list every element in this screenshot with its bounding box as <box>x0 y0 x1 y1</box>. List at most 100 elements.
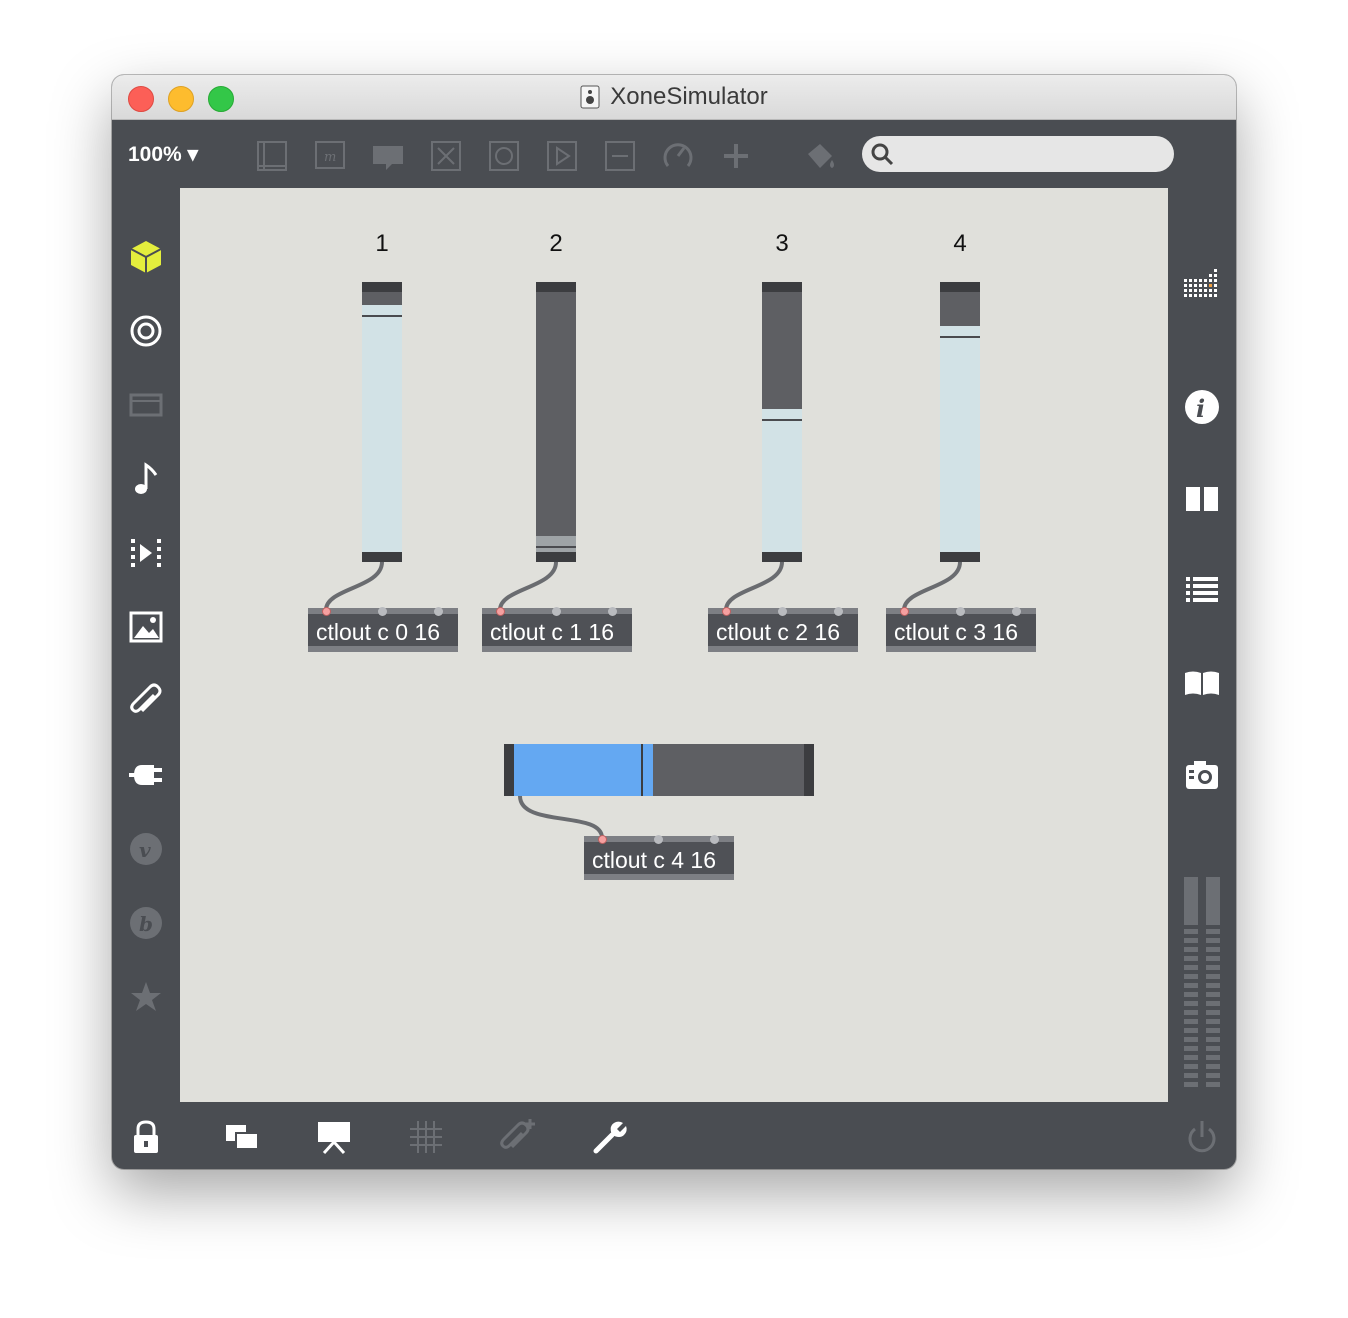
object-inlet[interactable] <box>1012 607 1021 616</box>
search-bar[interactable] <box>862 136 1174 174</box>
svg-text:m: m <box>324 150 336 165</box>
slider-cap-bottom <box>762 552 802 562</box>
info-icon[interactable]: i <box>1182 387 1222 427</box>
object-inlet[interactable] <box>496 607 505 616</box>
dial-icon[interactable] <box>660 138 696 174</box>
vertical-slider-1[interactable] <box>362 282 402 562</box>
paint-bucket-icon[interactable] <box>802 138 838 174</box>
list-icon[interactable] <box>1182 571 1222 611</box>
slider-label-4: 4 <box>953 230 967 257</box>
object-inlet[interactable] <box>434 607 443 616</box>
plug-icon[interactable] <box>126 755 166 795</box>
wrench-icon[interactable] <box>590 1117 630 1157</box>
slider-cap-left <box>504 744 514 796</box>
presentation-icon[interactable] <box>314 1117 354 1157</box>
object-inlet[interactable] <box>710 835 719 844</box>
message-icon[interactable]: m <box>312 138 348 174</box>
comment-box-icon[interactable] <box>254 138 290 174</box>
vertical-slider-3[interactable] <box>762 282 802 562</box>
grid-snap-icon[interactable] <box>406 1117 446 1157</box>
object-inlet[interactable] <box>598 835 607 844</box>
ctlout-object-1[interactable]: ctlout c 0 16 <box>308 607 458 652</box>
object-text: ctlout c 1 16 <box>490 619 615 645</box>
slider-icon[interactable] <box>602 138 638 174</box>
zoom-menu[interactable]: 100% ▾ <box>128 142 198 167</box>
object-text: ctlout c 0 16 <box>316 619 441 645</box>
ctlout-object-5[interactable]: ctlout c 4 16 <box>584 835 734 880</box>
title-bar: XoneSimulator <box>112 75 1236 120</box>
plus-icon[interactable] <box>718 138 754 174</box>
b-circle-icon[interactable]: b <box>126 903 166 943</box>
play-button-icon[interactable] <box>544 138 580 174</box>
split-view-icon[interactable] <box>1182 479 1222 519</box>
grid-icon[interactable] <box>1182 265 1222 305</box>
object-inlet[interactable] <box>378 607 387 616</box>
ctlout-object-3[interactable]: ctlout c 2 16 <box>708 607 858 652</box>
vertical-slider-2[interactable] <box>536 282 576 562</box>
object-inlet[interactable] <box>322 607 331 616</box>
slider-cap-top <box>536 282 576 292</box>
star-icon[interactable] <box>126 977 166 1017</box>
object-inlet[interactable] <box>834 607 843 616</box>
toggle-x-icon[interactable] <box>428 138 464 174</box>
slider-label-1: 1 <box>375 230 389 257</box>
paperclip-add-icon[interactable] <box>498 1117 538 1157</box>
image-icon[interactable] <box>126 607 166 647</box>
slider-cap-bottom <box>362 552 402 562</box>
button-circle-icon[interactable] <box>486 138 522 180</box>
horizontal-slider[interactable] <box>504 744 814 796</box>
slider-fill <box>940 326 980 552</box>
step-forward-icon[interactable] <box>126 533 166 573</box>
object-inlet[interactable] <box>552 607 561 616</box>
slider-cap-top <box>762 282 802 292</box>
ctlout-object-2[interactable]: ctlout c 1 16 <box>482 607 632 652</box>
slider-fill <box>362 305 402 552</box>
slider-fill <box>536 536 576 552</box>
windows-icon[interactable] <box>222 1117 262 1157</box>
vertical-slider-4[interactable] <box>940 282 980 562</box>
level-meter-right <box>1206 877 1220 1093</box>
power-icon[interactable] <box>1182 1117 1222 1157</box>
object-inlet[interactable] <box>956 607 965 616</box>
object-inlet[interactable] <box>722 607 731 616</box>
object-inlet[interactable] <box>778 607 787 616</box>
patcher-canvas[interactable]: 1 2 3 4 ctlout c 0 16 ctlout c 1 16 ctlo… <box>180 188 1168 1102</box>
svg-text:v: v <box>139 838 151 862</box>
slider-cap-top <box>362 282 402 292</box>
max-patcher-window: XoneSimulator 100% ▾ m v b 1 2 3 4 ctlou… <box>112 75 1236 1169</box>
document-speaker-icon <box>580 85 600 109</box>
slider-knob[interactable] <box>641 744 643 796</box>
slider-label-3: 3 <box>775 230 789 257</box>
package-cube-icon[interactable] <box>126 237 166 277</box>
slider-cap-bottom <box>940 552 980 562</box>
paperclip-icon[interactable] <box>126 681 166 721</box>
level-meter-left <box>1184 877 1198 1093</box>
slider-knob[interactable] <box>536 546 576 548</box>
lock-icon[interactable] <box>126 1117 166 1157</box>
v-circle-icon[interactable]: v <box>126 829 166 869</box>
window-title: XoneSimulator <box>610 83 768 110</box>
ctlout-object-4[interactable]: ctlout c 3 16 <box>886 607 1036 652</box>
speech-bubble-icon[interactable] <box>370 138 406 174</box>
book-icon[interactable] <box>1182 663 1222 703</box>
object-text: ctlout c 3 16 <box>894 619 1019 645</box>
object-inlet[interactable] <box>608 607 617 616</box>
search-icon <box>871 143 894 166</box>
video-icon[interactable] <box>126 385 166 425</box>
slider-label-2: 2 <box>549 230 563 257</box>
toolbar: 100% ▾ m <box>112 120 1236 188</box>
slider-knob[interactable] <box>940 336 980 338</box>
search-input[interactable] <box>902 136 1166 174</box>
camera-icon[interactable] <box>1182 755 1222 795</box>
object-text: ctlout c 4 16 <box>592 847 717 873</box>
slider-knob[interactable] <box>362 315 402 317</box>
slider-knob[interactable] <box>762 419 802 421</box>
object-inlet[interactable] <box>654 835 663 844</box>
target-icon[interactable] <box>126 311 166 351</box>
svg-text:i: i <box>1196 394 1205 423</box>
object-inlet[interactable] <box>900 607 909 616</box>
slider-cap-right <box>804 744 814 796</box>
music-note-icon[interactable] <box>126 459 166 499</box>
object-text: ctlout c 2 16 <box>716 619 841 645</box>
slider-fill <box>514 744 653 796</box>
